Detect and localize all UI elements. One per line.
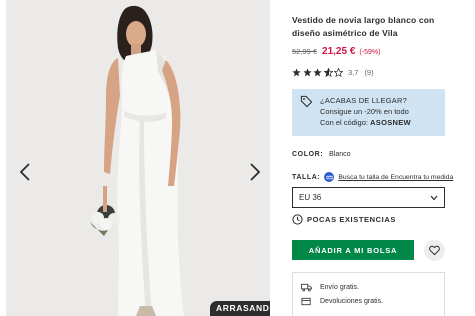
discount-percent: (-59%)	[359, 49, 381, 56]
free-delivery-text: Envío gratis.	[320, 283, 359, 291]
promo-code: ASOSNEW	[370, 118, 411, 127]
color-row: COLOR: Blanco	[292, 151, 351, 158]
add-to-bag-button[interactable]: AÑADIR A MI BOLSA	[292, 240, 414, 260]
star-icon	[302, 68, 312, 77]
product-image-gallery[interactable]: ARRASANDO	[6, 0, 270, 316]
delivery-row: Envío gratis.	[301, 280, 436, 294]
star-empty-icon	[334, 68, 343, 77]
promo-banner: ¿ACABAS DE LLEGAR? Consigue un -20% en t…	[292, 89, 445, 136]
chevron-right-icon	[250, 163, 261, 181]
chevron-down-icon	[430, 195, 438, 200]
star-icon	[313, 68, 322, 77]
star-icon	[292, 68, 301, 77]
clock-icon	[292, 214, 303, 225]
product-title: Vestido de novia largo blanco con diseño…	[292, 15, 435, 38]
stock-label: POCAS EXISTENCIAS	[307, 215, 396, 224]
promo-line: Consigue un -20% en todo	[320, 107, 409, 116]
sale-price: 21,25 €	[322, 46, 356, 57]
save-favorite-button[interactable]	[424, 240, 445, 261]
rating-value: 3,7	[348, 68, 359, 77]
promo-code-prefix: Con el código:	[320, 118, 368, 127]
size-guide-link[interactable]: Busca tu talla de Encuentra tu medida	[338, 174, 453, 181]
product-photo	[6, 0, 270, 316]
star-rating	[292, 68, 343, 77]
size-selected-value: EU 36	[299, 193, 322, 202]
color-label: COLOR:	[292, 151, 324, 158]
stock-status: POCAS EXISTENCIAS	[292, 214, 396, 225]
previous-image-button[interactable]	[14, 158, 36, 186]
heart-icon	[429, 245, 440, 256]
price-row: 52,99 € 21,25 € (-59%)	[292, 46, 380, 57]
star-half-icon	[323, 68, 333, 77]
original-price: 52,99 €	[292, 47, 318, 56]
rating-summary[interactable]: 3,7 (9)	[292, 68, 374, 77]
delivery-info-box: Envío gratis. Devoluciones gratis.	[292, 272, 445, 316]
selling-fast-badge: ARRASANDO	[210, 301, 270, 316]
promo-code-line: Con el código: ASOSNEW	[320, 117, 437, 128]
tag-icon	[300, 95, 313, 108]
rating-count: (9)	[364, 68, 374, 77]
free-returns-text: Devoluciones gratis.	[320, 297, 384, 305]
truck-icon	[301, 283, 312, 291]
size-row: TALLA: Busca tu talla de Encuentra tu me…	[292, 172, 453, 182]
size-label: TALLA:	[292, 173, 321, 181]
ruler-icon	[324, 172, 335, 182]
next-image-button[interactable]	[244, 158, 266, 186]
return-icon	[301, 297, 311, 305]
color-value: Blanco	[329, 151, 351, 158]
returns-row: Devoluciones gratis.	[301, 294, 436, 308]
chevron-left-icon	[19, 163, 30, 181]
promo-headline: ¿ACABAS DE LLEGAR?	[320, 96, 407, 105]
size-select[interactable]: EU 36	[292, 187, 445, 208]
